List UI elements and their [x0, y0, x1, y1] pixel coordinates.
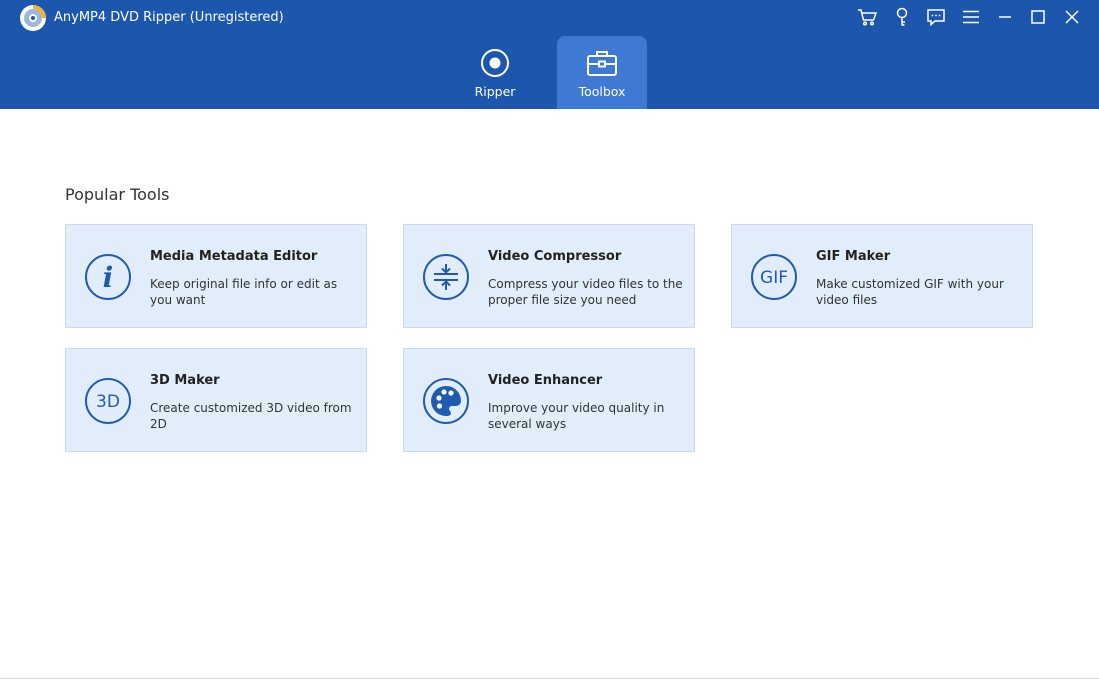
tool-card-video-compressor[interactable]: Video Compressor Compress your video fil…: [403, 224, 695, 328]
app-title: AnyMP4 DVD Ripper (Unregistered): [54, 10, 284, 25]
svg-text:GIF: GIF: [760, 268, 788, 288]
tool-card-gif-maker[interactable]: GIF GIF Maker Make customized GIF with y…: [731, 224, 1033, 328]
tool-description: Improve your video quality in several wa…: [488, 401, 665, 431]
tool-card-3d-maker[interactable]: 3D 3D Maker Create customized 3D video f…: [65, 348, 367, 452]
cart-icon[interactable]: [853, 4, 881, 30]
gif-icon: GIF: [750, 253, 798, 301]
tab-toolbox-label: Toolbox: [578, 84, 626, 99]
tool-title: 3D Maker: [150, 373, 220, 388]
key-icon[interactable]: [888, 4, 916, 30]
tool-description: Create customized 3D video from 2D: [150, 401, 352, 431]
svg-text:3D: 3D: [96, 392, 120, 412]
tool-title: Video Compressor: [488, 249, 622, 264]
ripper-disc-icon: [479, 48, 511, 78]
bottom-divider: [0, 678, 1099, 679]
menu-icon[interactable]: [957, 4, 985, 30]
tool-title: Video Enhancer: [488, 373, 603, 388]
info-icon: i: [84, 253, 132, 301]
minimize-icon[interactable]: [991, 4, 1019, 30]
title-bar: AnyMP4 DVD Ripper (Unregistered) Ripper …: [0, 0, 1099, 109]
maximize-icon[interactable]: [1024, 4, 1052, 30]
dvd-disc-icon: [19, 4, 47, 32]
tab-ripper-label: Ripper: [474, 84, 516, 99]
3d-icon: 3D: [84, 377, 132, 425]
tool-description: Make customized GIF with your video file…: [816, 277, 1004, 307]
tool-title: GIF Maker: [816, 249, 891, 264]
feedback-icon[interactable]: [922, 4, 950, 30]
close-icon[interactable]: [1058, 4, 1086, 30]
section-title: Popular Tools: [65, 185, 170, 204]
tool-title: Media Metadata Editor: [150, 249, 318, 264]
tool-card-media-metadata-editor[interactable]: i Media Metadata Editor Keep original fi…: [65, 224, 367, 328]
compress-icon: [422, 253, 470, 301]
svg-text:i: i: [103, 261, 114, 294]
tool-card-video-enhancer[interactable]: Video Enhancer Improve your video qualit…: [403, 348, 695, 452]
tab-ripper[interactable]: Ripper: [450, 36, 540, 109]
palette-icon: [422, 377, 470, 425]
tab-toolbox[interactable]: Toolbox: [557, 36, 647, 109]
toolbox-icon: [586, 48, 618, 78]
tool-description: Keep original file info or edit as you w…: [150, 277, 338, 307]
tool-description: Compress your video files to the proper …: [488, 277, 683, 307]
